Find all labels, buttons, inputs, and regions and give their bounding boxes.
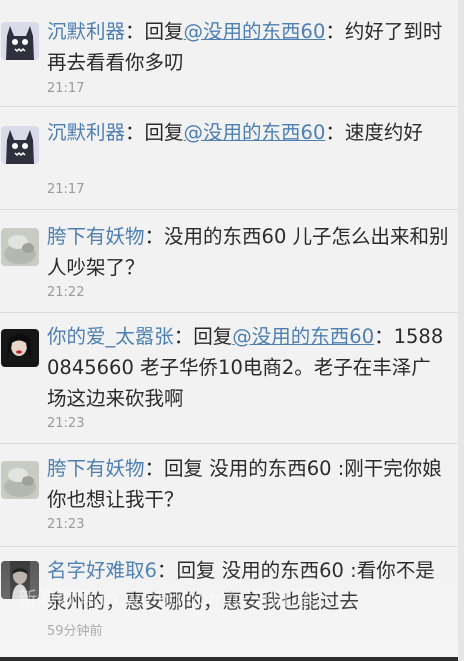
timestamp: 21:23 — [47, 416, 85, 431]
comment-item: 名字好难取6：回复 没用的东西60 :看你不是泉州的，惠安哪的，惠安我也能过去 … — [0, 547, 458, 661]
reply-label: ：回复 — [125, 121, 184, 144]
comment-item: 胯下有妖物：回复 没用的东西60 :刚干完你娘 你也想让我干？ 21:23 — [0, 444, 458, 547]
username-link[interactable]: 沉默利器 — [47, 20, 125, 43]
avatar[interactable] — [1, 329, 39, 367]
comment-item: 胯下有妖物：没用的东西60 儿子怎么出来和别人吵架了？ 21:22 — [0, 210, 458, 313]
comment-feed: 沉默利器：回复@没用的东西60：约好了到时再去看看你多叨 21:17 沉默利器：… — [0, 0, 458, 661]
mention-link[interactable]: @没用的东西60 — [184, 121, 326, 144]
reply-label: ： — [144, 457, 165, 480]
scrollbar[interactable] — [458, 0, 464, 661]
comment-text: ：速度约好 — [325, 121, 423, 144]
reply-label: ：回复 — [173, 325, 233, 348]
username-link[interactable]: 胯下有妖物 — [47, 457, 145, 480]
username-link[interactable]: 胯下有妖物 — [47, 225, 145, 248]
avatar[interactable] — [1, 22, 39, 60]
comment-item: 沉默利器：回复@没用的东西60：约好了到时再去看看你多叨 21:17 — [0, 0, 458, 107]
comment-item: 你的爱_太嚣张：回复@没用的东西60：15880845660 老子华侨10电商2… — [0, 313, 458, 444]
timestamp: 21:22 — [47, 285, 85, 300]
avatar[interactable] — [1, 126, 39, 164]
timestamp: 59分钟前 — [47, 624, 103, 639]
reply-label: ：回复 — [125, 20, 184, 43]
timestamp: 21:23 — [47, 517, 85, 532]
timestamp: 21:17 — [47, 81, 85, 96]
username-link[interactable]: 沉默利器 — [47, 121, 125, 144]
mention-link[interactable]: @没用的东西60 — [232, 325, 374, 348]
bottom-edge-bar — [0, 657, 458, 661]
reply-label: ： — [156, 559, 177, 582]
mention-link[interactable]: @没用的东西60 — [184, 20, 326, 43]
comment-item: 沉默利器：回复@没用的东西60：速度约好 21:17 — [0, 107, 458, 210]
username-link[interactable]: 名字好难取6 — [47, 559, 157, 582]
avatar[interactable] — [1, 561, 39, 599]
avatar[interactable] — [1, 461, 39, 499]
timestamp: 21:17 — [47, 182, 85, 197]
avatar[interactable] — [1, 228, 39, 266]
reply-label: ： — [144, 225, 165, 248]
username-link[interactable]: 你的爱_太嚣张 — [47, 325, 174, 348]
